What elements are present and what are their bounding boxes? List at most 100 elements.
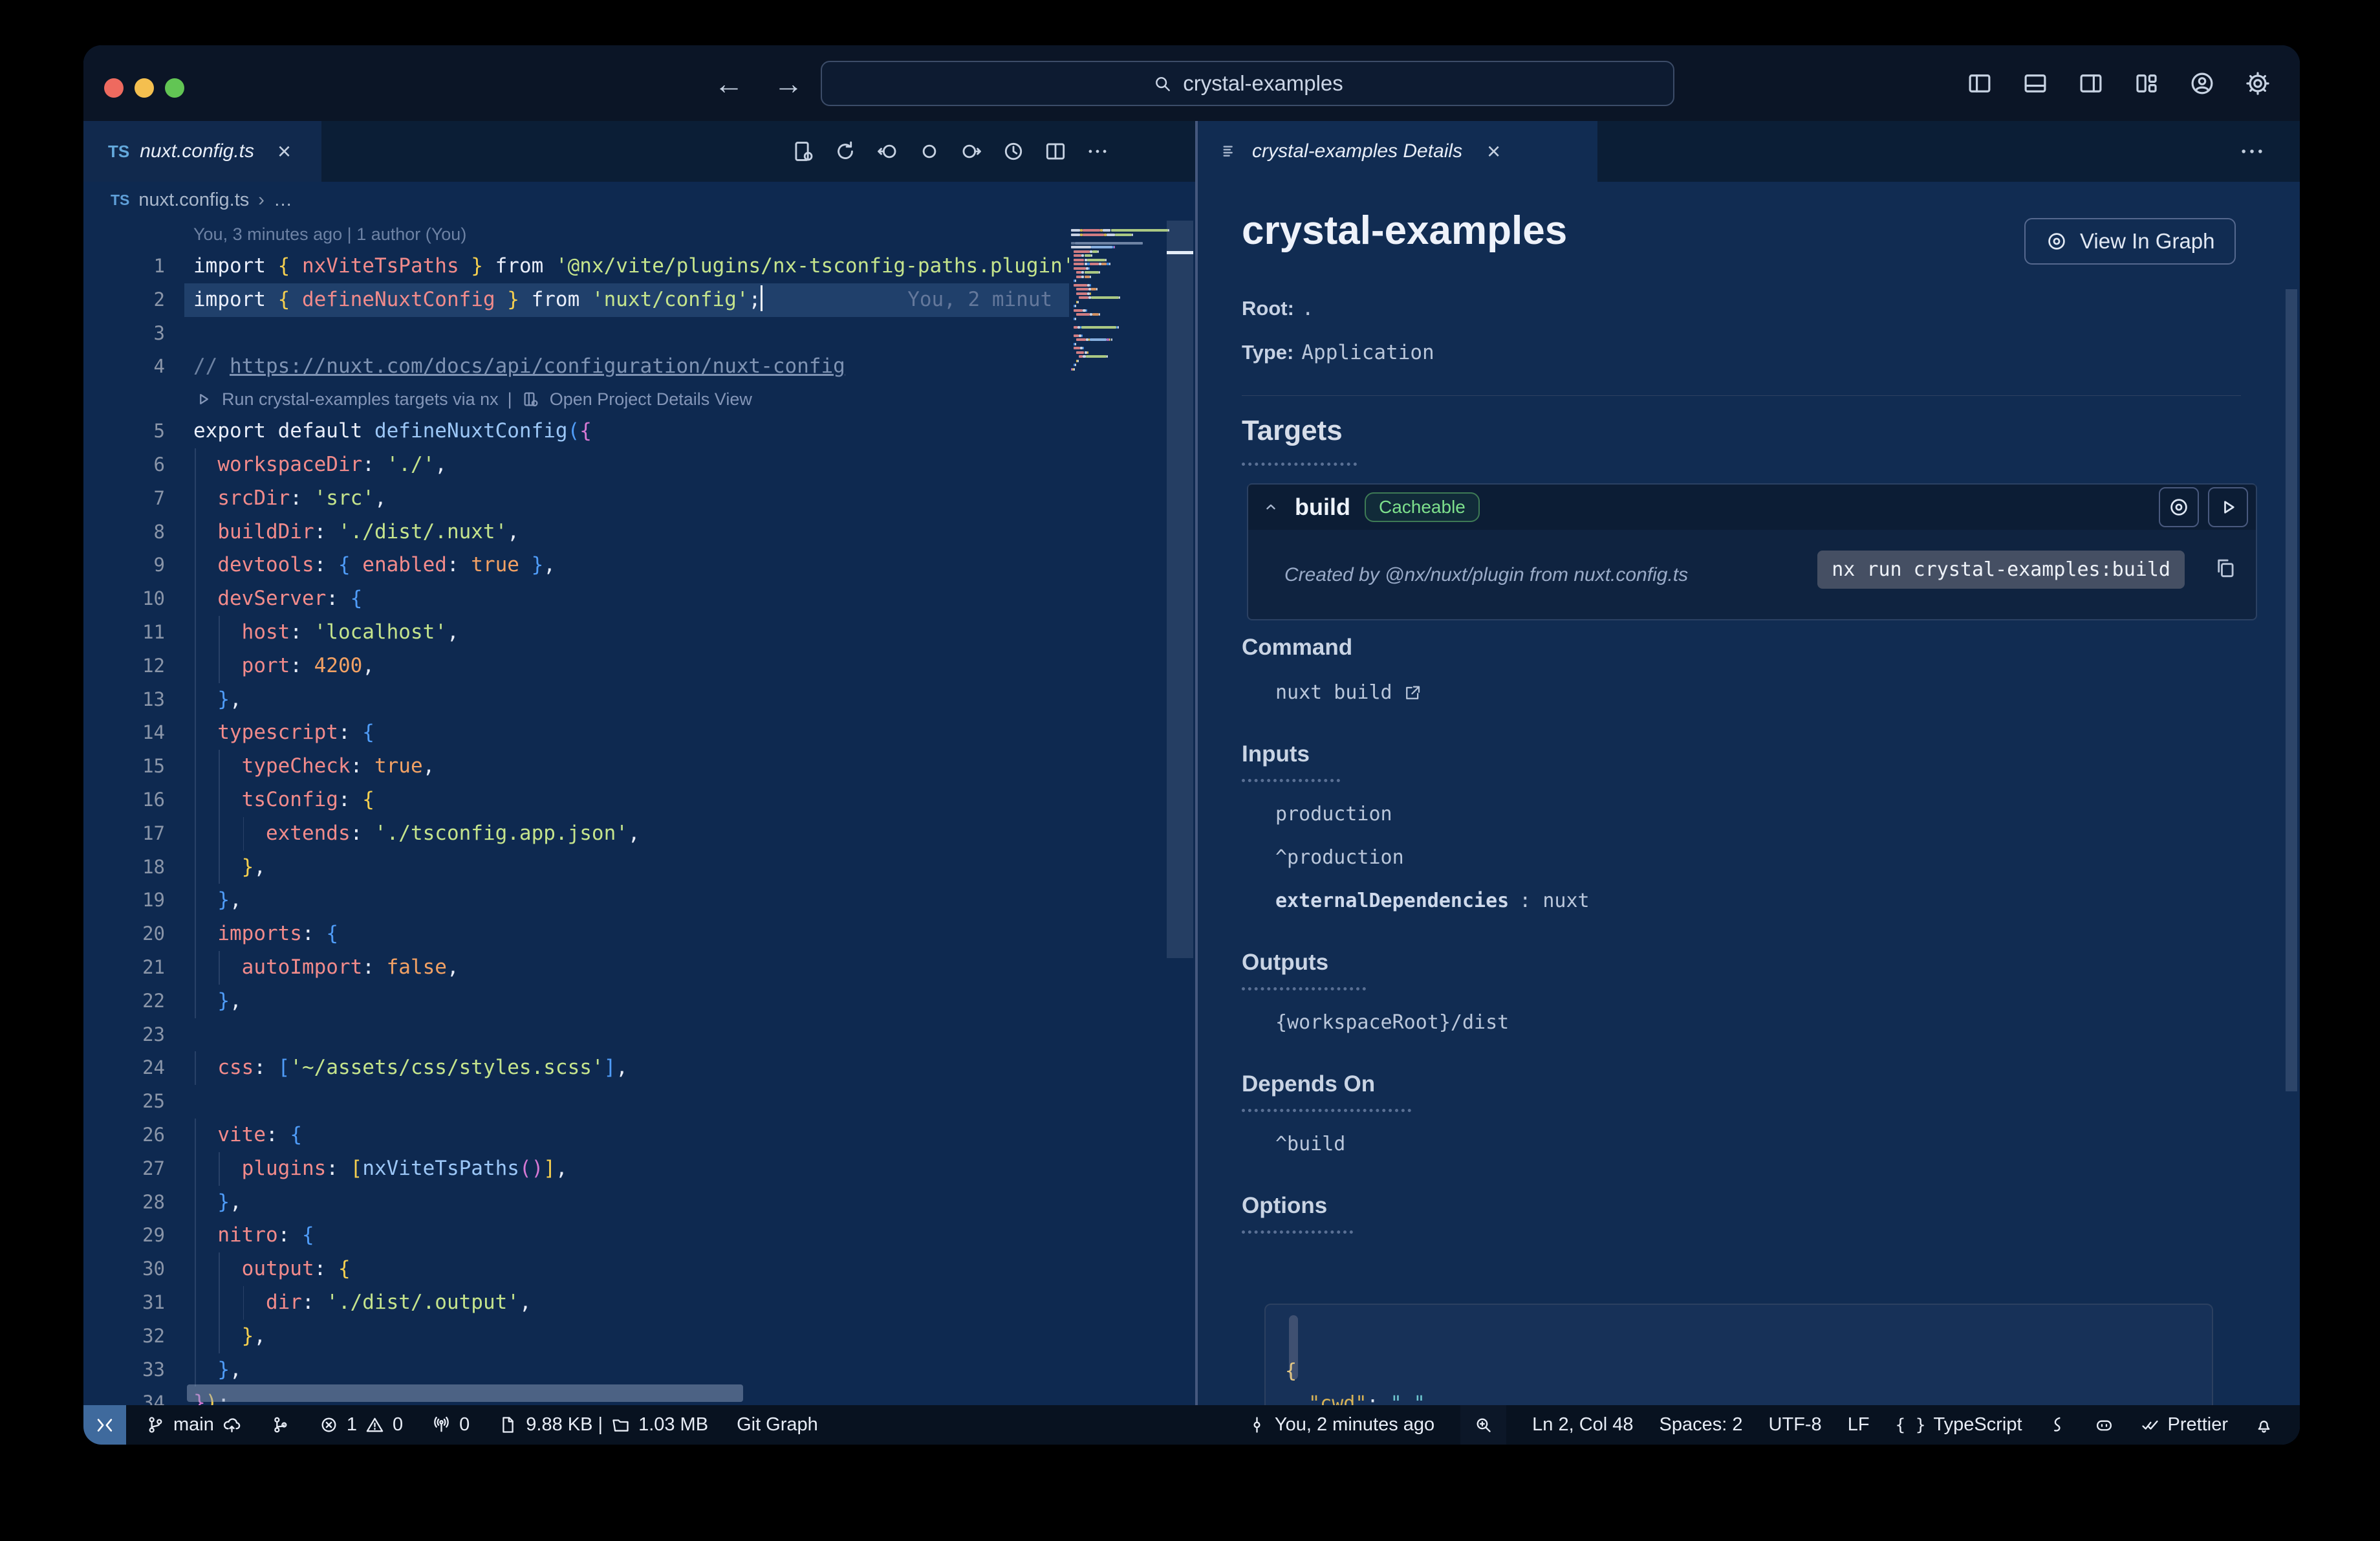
refresh-icon[interactable] [833,139,858,164]
code-line-28[interactable]: }, [184,1185,1069,1219]
target-build-header[interactable]: build Cacheable [1248,485,2256,530]
project-details-icon[interactable] [521,389,541,409]
code-line-30[interactable]: output: { [184,1252,1069,1286]
code-line-20[interactable]: imports: { [184,917,1069,951]
circle-icon[interactable] [917,139,942,164]
code-line-5[interactable]: export default defineNuxtConfig({ [184,415,1069,448]
code-line-14[interactable]: typescript: { [184,716,1069,750]
status-item-you-2-minutes-ago[interactable]: You, 2 minutes ago [1247,1405,1434,1445]
status-item-utf-8[interactable]: UTF-8 [1769,1405,1822,1445]
panel-bottom-icon[interactable] [2022,70,2049,97]
code-line-12[interactable]: port: 4200, [184,649,1069,683]
status-item-copilot-icon[interactable] [2094,1405,2114,1445]
view-target-in-graph-button[interactable] [2159,487,2199,527]
status-item-spaces-2[interactable]: Spaces: 2 [1660,1405,1743,1445]
code-line-10[interactable]: devServer: { [184,582,1069,616]
copy-icon[interactable] [2213,556,2238,584]
code-line-4[interactable]: // https://nuxt.com/docs/api/configurati… [184,350,1069,384]
status-item-scm-graph-icon[interactable] [270,1405,290,1445]
close-tab-icon[interactable]: × [277,138,291,165]
code-line-1[interactable]: import { nxViteTsPaths } from '@nx/vite/… [184,250,1069,283]
code-line-7[interactable]: srcDir: 'src', [184,481,1069,516]
code-line-6[interactable]: workspaceDir: './', [184,448,1069,482]
code-line-22[interactable]: }, [184,984,1069,1018]
status-item-0[interactable]: 0 [431,1405,470,1445]
layout-icon[interactable] [2133,70,2160,97]
navigate-back-icon[interactable]: ← [714,66,744,101]
code-line-9[interactable]: devtools: { enabled: true }, [184,549,1069,583]
codelens-run-link[interactable]: Run crystal-examples targets via nx [222,384,499,415]
nav-back-circle-icon[interactable] [875,139,900,164]
codelens-row[interactable]: Run crystal-examples targets via nx | Open… [184,384,1069,415]
remote-indicator[interactable] [83,1405,126,1445]
code-line-24[interactable]: css: ['~/assets/css/styles.scss'], [184,1051,1069,1086]
code-line-3[interactable] [184,317,1069,351]
code-line-33[interactable]: }, [184,1353,1069,1387]
gear-icon[interactable] [2244,70,2271,97]
open-changes-icon[interactable] [791,139,816,164]
zoom-window-button[interactable] [165,78,184,98]
code-line-21[interactable]: autoImport: false, [184,950,1069,985]
more-icon[interactable] [1085,139,1110,164]
code-line-31[interactable]: dir: './dist/.output', [184,1285,1069,1320]
editor-vertical-scrollbar[interactable] [1167,221,1193,958]
timer-icon[interactable] [1001,139,1026,164]
code-line-25[interactable] [184,1085,1069,1119]
code-line-23[interactable] [184,1018,1069,1052]
close-window-button[interactable] [104,78,124,98]
panel-left-icon[interactable] [1966,70,1993,97]
close-tab-icon[interactable]: × [1487,138,1500,165]
status-item-gitlens-icon[interactable] [2048,1405,2068,1445]
code-line-17[interactable]: extends: './tsconfig.app.json', [184,816,1069,851]
panel-scrollbar[interactable] [2286,289,2297,1091]
minimap[interactable] [1071,228,1169,371]
view-in-graph-button[interactable]: View In Graph [2024,218,2236,265]
code-line-29[interactable]: nitro: { [184,1219,1069,1253]
code-line-19[interactable]: }, [184,884,1069,918]
status-item-9-88-kb-[interactable]: 9.88 KB | 1.03 MB [498,1405,708,1445]
run-command-chip[interactable]: nx run crystal-examples:build [1817,551,2185,589]
command-center-search[interactable]: crystal-examples [821,61,1674,106]
code-line-8[interactable]: buildDir: './dist/.nuxt', [184,515,1069,549]
status-item-main[interactable]: main [146,1405,242,1445]
play-icon[interactable] [193,389,213,409]
status-item-git-graph[interactable]: Git Graph [737,1405,818,1445]
code-line-32[interactable]: }, [184,1319,1069,1353]
status-item-prettier[interactable]: Prettier [2140,1405,2228,1445]
chevron-up-icon[interactable] [1261,497,1281,517]
status-item-ln-2-col-48[interactable]: Ln 2, Col 48 [1532,1405,1633,1445]
more-actions-icon[interactable] [2238,121,2266,182]
tab-nuxt-config[interactable]: TS nuxt.config.ts × [83,121,321,182]
status-item-typescript[interactable]: { } TypeScript [1896,1405,2022,1445]
code-line-26[interactable]: vite: { [184,1118,1069,1152]
codelens-open-details-link[interactable]: Open Project Details View [550,384,752,415]
section-item[interactable]: nuxt build [1242,681,2225,704]
run-target-button[interactable] [2208,487,2248,527]
editor-horizontal-scrollbar[interactable] [187,1384,743,1402]
status-label: 0 [459,1414,470,1435]
code-line-18[interactable]: }, [184,850,1069,884]
breadcrumb-symbol[interactable]: … [274,190,292,211]
panel-right-icon[interactable] [2077,70,2104,97]
code-editor[interactable]: TS nuxt.config.ts › … 1 2 3 4 5 6 7 8 9 10 11 12 13 1… [83,182,1195,1405]
status-item-lf[interactable]: LF [1848,1405,1870,1445]
breadcrumb-file[interactable]: nuxt.config.ts [138,190,249,211]
account-icon[interactable] [2189,70,2216,97]
code-line-11[interactable]: host: 'localhost', [184,615,1069,650]
navigate-forward-icon[interactable]: → [774,66,803,101]
split-editor-icon[interactable] [1043,139,1068,164]
status-item-1[interactable]: 10 [319,1405,403,1445]
tab-project-details[interactable]: crystal-examples Details × [1198,121,1597,182]
code-line-16[interactable]: tsConfig: { [184,783,1069,817]
code-line-2[interactable]: import { defineNuxtConfig } from 'nuxt/c… [184,283,1069,317]
external-link-icon[interactable] [1403,683,1422,703]
code-line-15[interactable]: typeCheck: true, [184,750,1069,783]
breadcrumb[interactable]: TS nuxt.config.ts › … [83,182,1195,219]
editor-code-area[interactable]: You, 3 minutes ago | 1 author (You) impor… [184,219,1069,1405]
minimize-window-button[interactable] [135,78,154,98]
code-line-13[interactable]: }, [184,683,1069,717]
status-item-bell-icon[interactable] [2254,1405,2274,1445]
code-line-27[interactable]: plugins: [nxViteTsPaths()], [184,1152,1069,1186]
status-item-zoom-in-icon[interactable] [1460,1405,1507,1445]
nav-forward-circle-icon[interactable] [959,139,984,164]
